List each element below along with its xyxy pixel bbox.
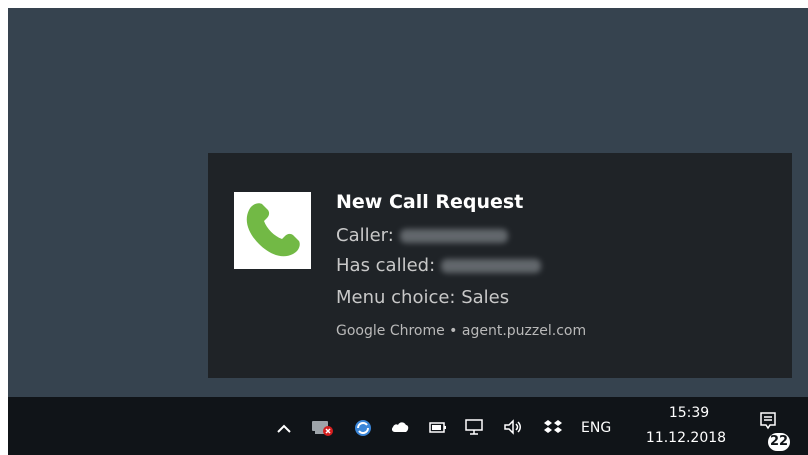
has-called-line: Has called:	[336, 255, 542, 276]
language-indicator[interactable]: ENG	[581, 420, 611, 436]
notification-count-badge[interactable]: 22	[768, 433, 790, 451]
clock-date[interactable]: 11.12.2018	[636, 430, 736, 446]
network-icon[interactable]	[464, 418, 484, 436]
notification-toast[interactable]: New Call Request Caller: Has called: Men…	[208, 153, 792, 378]
taskbar: ENG 15:39 11.12.2018 22	[8, 397, 808, 455]
cloud-icon[interactable]	[390, 419, 410, 435]
volume-icon[interactable]	[502, 418, 524, 436]
dropbox-icon[interactable]	[542, 418, 564, 436]
called-number-blurred	[441, 259, 542, 273]
network-error-icon[interactable]	[310, 418, 334, 436]
sync-icon[interactable]	[352, 418, 374, 438]
notification-title: New Call Request	[336, 191, 524, 213]
caller-label: Caller:	[336, 225, 394, 246]
chevron-up-icon[interactable]	[276, 423, 292, 435]
action-center-icon[interactable]	[759, 411, 777, 433]
menu-choice: Menu choice: Sales	[336, 287, 510, 308]
caller-number-blurred	[399, 229, 508, 243]
clock-time[interactable]: 15:39	[652, 405, 726, 421]
battery-icon[interactable]	[428, 419, 448, 435]
caller-line: Caller:	[336, 225, 508, 246]
phone-icon	[234, 192, 311, 269]
has-called-label: Has called:	[336, 255, 436, 276]
notification-source: Google Chrome • agent.puzzel.com	[336, 323, 587, 339]
